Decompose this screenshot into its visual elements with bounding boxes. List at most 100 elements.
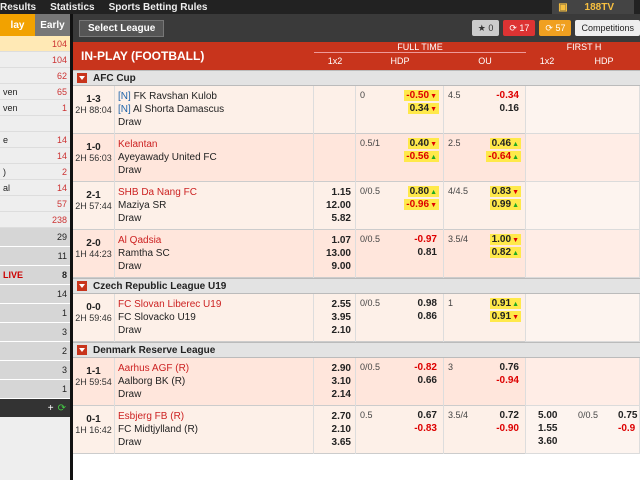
sidebar-item[interactable]: ven 1 (0, 100, 70, 116)
hdp-odds[interactable]: 0.80 (407, 186, 439, 197)
collapse-icon[interactable] (77, 281, 87, 291)
ou-odds[interactable]: -0.34 (494, 90, 521, 101)
odds-1x2[interactable]: 3.95 (318, 311, 351, 324)
count-button-1[interactable]: ⟳ 17 (503, 20, 536, 36)
ou-odds[interactable]: -0.94 (494, 375, 521, 386)
ou-odds[interactable]: 0.82 (489, 247, 521, 258)
league-header[interactable]: Czech Republic League U19 (73, 278, 640, 294)
hdp-odds[interactable]: 0.86 (416, 311, 439, 322)
sidebar-item[interactable]: al 14 (0, 180, 70, 196)
ou-odds[interactable]: -0.64 (486, 151, 521, 162)
sidebar-item[interactable]: 104 (0, 36, 70, 52)
league-header[interactable]: AFC Cup (73, 70, 640, 86)
nav-betting-rules[interactable]: Sports Betting Rules (109, 2, 208, 13)
sidebar-item[interactable]: 14 (0, 148, 70, 164)
hdp-odds[interactable]: -0.96 (404, 199, 439, 210)
hdp-odds[interactable]: 0.66 (416, 375, 439, 386)
home-team: Kelantan (118, 138, 310, 151)
nav-statistics[interactable]: Statistics (50, 2, 94, 13)
sidebar-item[interactable]: 62 (0, 68, 70, 84)
count-button-2[interactable]: ⟳ 57 (539, 20, 572, 36)
hdp-odds[interactable]: 0.81 (416, 247, 439, 258)
brand-badge[interactable]: ▣ 188TV (552, 0, 634, 14)
odds-1x2[interactable]: 3.10 (318, 375, 351, 388)
tab-today[interactable]: lay (0, 14, 35, 36)
hdp-odds[interactable]: -0.82 (412, 362, 439, 373)
sidebar-item[interactable]: ) 2 (0, 164, 70, 180)
odds-1x2[interactable]: 13.00 (318, 247, 351, 260)
left-sidebar: lay Early 104 104 62 ven 65 ven 1 e 14 14) 2 al 14 57… (0, 14, 70, 480)
ou-odds[interactable]: 0.91 (489, 298, 521, 309)
sidebar-item[interactable]: 1 (0, 304, 70, 323)
sidebar-item[interactable]: e 14 (0, 132, 70, 148)
ou-odds[interactable]: 0.91 (489, 311, 521, 322)
odds-1x2-cell (314, 86, 356, 134)
hdp-odds[interactable]: -0.56 (404, 151, 439, 162)
nav-results[interactable]: Results (0, 2, 36, 13)
ou-odds[interactable]: -0.90 (494, 423, 521, 434)
odds-1x2[interactable]: 2.10 (318, 423, 351, 436)
sidebar-item[interactable]: 104 (0, 52, 70, 68)
fh-odds-1x2[interactable]: 5.00 (536, 410, 559, 421)
sidebar-item[interactable]: 3 (0, 361, 70, 380)
match-score: 0-1 (86, 414, 101, 425)
odds-1x2[interactable]: 5.82 (318, 212, 351, 225)
hdp-odds[interactable]: -0.97 (412, 234, 439, 245)
odds-1x2[interactable]: 2.14 (318, 388, 351, 401)
fh-odds-1x2[interactable]: 1.55 (536, 423, 559, 434)
ou-odds[interactable]: 0.76 (498, 362, 521, 373)
ou-odds[interactable]: 0.46 (489, 138, 521, 149)
fh-hdp-odds[interactable]: 0.75 (616, 410, 639, 421)
odds-1x2[interactable]: 2.90 (318, 362, 351, 375)
hdp-odds[interactable]: 0.40 (407, 138, 439, 149)
hdp-odds[interactable]: 0.34 (407, 103, 439, 114)
odds-1x2[interactable]: 1.07 (318, 234, 351, 247)
hdp-odds[interactable]: 0.98 (416, 298, 439, 309)
hdp-line: 0 (360, 90, 366, 100)
sidebar-item[interactable]: 3 (0, 323, 70, 342)
ou-odds[interactable]: 0.99 (489, 199, 521, 210)
hdp-odds[interactable]: -0.83 (412, 423, 439, 434)
sidebar-item[interactable]: LIVE 8 (0, 266, 70, 285)
odds-1x2[interactable]: 2.10 (318, 324, 351, 337)
tab-early[interactable]: Early (35, 14, 70, 36)
competitions-button[interactable]: Competitions (575, 20, 640, 36)
ou-odds[interactable]: 1.00 (489, 234, 521, 245)
odds-1x2[interactable]: 2.55 (318, 298, 351, 311)
match-row: 1-1 2H 59:54 Aarhus AGF (R) Aalborg BK (R) D… (73, 358, 640, 406)
fh-odds-1x2[interactable]: 3.60 (536, 436, 559, 447)
collapse-icon[interactable] (77, 345, 87, 355)
sidebar-item[interactable]: 11 (0, 247, 70, 266)
odds-1x2[interactable]: 2.70 (318, 410, 351, 423)
add-icon[interactable]: + (48, 403, 54, 414)
sidebar-item[interactable]: 57 (0, 196, 70, 212)
odds-1x2[interactable]: 9.00 (318, 260, 351, 273)
refresh-icon[interactable]: ⟳ (58, 403, 66, 414)
sidebar-item[interactable]: 238 (0, 212, 70, 228)
collapse-icon[interactable] (77, 73, 87, 83)
ou-odds[interactable]: 0.83 (489, 186, 521, 197)
home-team: SHB Da Nang FC (118, 186, 310, 199)
away-team: [N] Al Shorta Damascus (118, 103, 310, 116)
fh-hdp-odds[interactable]: -0.9 (616, 423, 637, 434)
sidebar-item[interactable] (0, 116, 70, 132)
select-league-button[interactable]: Select League (79, 19, 165, 37)
ou-odds[interactable]: 0.72 (498, 410, 521, 421)
sidebar-item[interactable]: 14 (0, 285, 70, 304)
odds-1x2[interactable]: 12.00 (318, 199, 351, 212)
ou-odds[interactable]: 0.16 (498, 103, 521, 114)
league-header[interactable]: Denmark Reserve League (73, 342, 640, 358)
sidebar-item[interactable]: 1 (0, 380, 70, 399)
hdp-odds[interactable]: 0.67 (416, 410, 439, 421)
odds-1x2[interactable]: 1.15 (318, 186, 351, 199)
favorites-button[interactable]: ★ 0 (471, 20, 500, 36)
sidebar-item[interactable]: 29 (0, 228, 70, 247)
away-team-name: FC Slovacko U19 (118, 312, 196, 323)
hdp-cell: 0.5/1 0.40 -0.56 (356, 134, 444, 182)
hdp-odds[interactable]: -0.50 (404, 90, 439, 101)
sidebar-item[interactable]: ven 65 (0, 84, 70, 100)
ou-cell: 4/4.5 0.83 0.99 (444, 182, 526, 230)
odds-1x2[interactable]: 3.65 (318, 436, 351, 449)
match-clock: 2H 59:54 (75, 377, 112, 387)
sidebar-item[interactable]: 2 (0, 342, 70, 361)
